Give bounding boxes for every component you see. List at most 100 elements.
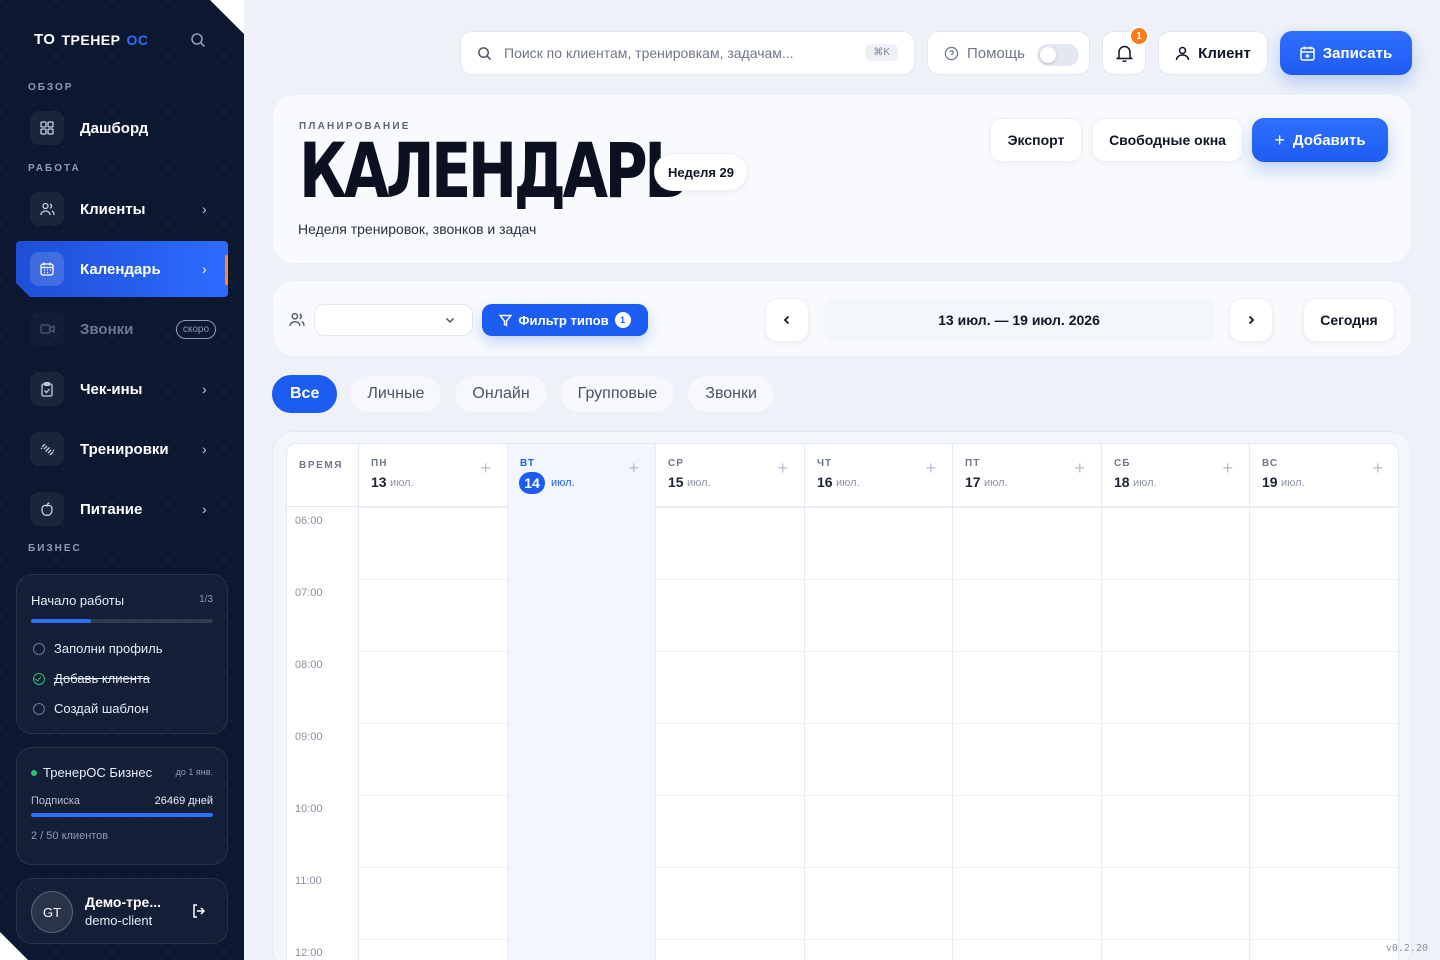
day-month: июл.: [390, 477, 414, 489]
add-to-day-icon[interactable]: +: [925, 458, 936, 479]
add-to-day-icon[interactable]: +: [1074, 458, 1085, 479]
help-button[interactable]: Помощь: [927, 31, 1090, 75]
coming-soon-badge: скоро: [175, 319, 216, 339]
search-shortcut: ⌘K: [865, 44, 898, 61]
empty-circle-icon: [33, 702, 45, 715]
today-button[interactable]: Сегодня: [1303, 298, 1395, 342]
sidebar-item-clients[interactable]: Клиенты ›: [16, 181, 228, 237]
tab-group[interactable]: Групповые: [559, 375, 676, 413]
sidebar-item-label: Календарь: [80, 260, 161, 278]
day-of-week: ПТ: [965, 458, 981, 469]
add-button-label: Добавить: [1292, 131, 1366, 149]
hour-gridline: [359, 867, 1398, 868]
export-button[interactable]: Экспорт: [990, 118, 1082, 162]
day-header: ВС 19 июл. +: [1250, 444, 1398, 507]
grid-icon: [30, 111, 64, 145]
day-of-week: СБ: [1114, 458, 1131, 469]
next-week-button[interactable]: [1229, 298, 1273, 342]
sidebar-item-checkins[interactable]: Чек-ины ›: [16, 361, 228, 417]
page-subtitle: Неделя тренировок, звонков и задач: [298, 221, 537, 237]
users-icon: [289, 312, 305, 326]
free-slots-button[interactable]: Свободные окна: [1092, 118, 1243, 162]
onboarding-task[interactable]: Создай шаблон: [33, 701, 149, 716]
section-business-label: БИЗНЕС: [28, 543, 82, 554]
onboarding-progress-fill: [31, 619, 92, 623]
onboarding-task-label: Добавь клиента: [54, 671, 150, 686]
logo-text-accent: ОС: [126, 31, 149, 48]
add-to-day-icon[interactable]: +: [1222, 458, 1233, 479]
tab-all[interactable]: Все: [272, 375, 338, 413]
sidebar-item-label: Клиенты: [80, 200, 146, 218]
day-month: июл.: [1133, 477, 1157, 489]
previous-week-button[interactable]: [765, 298, 809, 342]
type-filter-button[interactable]: Фильтр типов 1: [482, 304, 648, 336]
time-label: 06:00: [295, 515, 323, 527]
day-column-tue[interactable]: ВТ 14 июл. +: [508, 444, 656, 960]
tab-online[interactable]: Онлайн: [454, 375, 548, 413]
add-to-day-icon[interactable]: +: [777, 458, 788, 479]
tab-personal[interactable]: Личные: [349, 375, 443, 413]
subscription-card[interactable]: ТренерОС Бизнес до 1 янв. Подписка 26469…: [16, 747, 228, 865]
day-number: 15: [668, 474, 684, 490]
add-event-button[interactable]: + Добавить: [1252, 118, 1388, 162]
onboarding-task[interactable]: Заполни профиль: [33, 641, 163, 656]
calendar-plus-icon: [1300, 46, 1315, 61]
day-header: ЧТ 16 июл. +: [805, 444, 952, 507]
video-icon: [30, 312, 64, 346]
app-logo[interactable]: ТО ТРЕНЕР ОС: [34, 31, 148, 48]
add-to-day-icon[interactable]: +: [628, 458, 639, 479]
onboarding-task-label: Заполни профиль: [54, 641, 163, 656]
onboarding-title: Начало работы: [31, 593, 125, 608]
day-column-sun[interactable]: ВС 19 июл. +: [1250, 444, 1398, 960]
hour-gridline: [359, 795, 1398, 796]
add-to-day-icon[interactable]: +: [1372, 458, 1383, 479]
day-column-wed[interactable]: СР 15 июл. +: [656, 444, 805, 960]
page-title: КАЛЕНДАРЬ: [299, 126, 689, 215]
time-label: 09:00: [295, 731, 323, 743]
hour-gridline: [359, 579, 1398, 580]
global-search[interactable]: ⌘K: [460, 31, 915, 75]
notifications-button[interactable]: 1: [1102, 26, 1149, 75]
day-header: ПН 13 июл. +: [359, 444, 507, 507]
sidebar-item-dashboard[interactable]: Дашборд: [16, 100, 228, 156]
calendar-toolbar: Фильтр типов 1 13 июл. — 19 июл. 2026 Се…: [272, 280, 1412, 357]
calendar-grid: ВРЕМЯ ПН 13 июл. + ВТ 14 июл. + СР 15 июл. + ЧТ 16 июл…: [286, 443, 1399, 960]
add-to-day-icon[interactable]: +: [480, 458, 491, 479]
sidebar-item-calendar[interactable]: Календарь ›: [16, 241, 228, 297]
search-icon[interactable]: [190, 32, 206, 48]
logo-text-primary: ТРЕНЕР: [61, 31, 121, 48]
notification-badge: 1: [1129, 26, 1149, 46]
sidebar-item-workouts[interactable]: Тренировки ›: [16, 421, 228, 477]
chevron-right-icon: ›: [202, 501, 207, 517]
user-icon: [1175, 46, 1190, 60]
time-label: 12:00: [295, 947, 323, 959]
sidebar-item-nutrition[interactable]: Питание ›: [16, 481, 228, 537]
day-number: 16: [817, 474, 833, 490]
day-column-fri[interactable]: ПТ 17 июл. +: [953, 444, 1102, 960]
day-month: июл.: [687, 477, 711, 489]
chevron-right-icon: ›: [202, 381, 207, 397]
subscription-until: до 1 янв.: [175, 767, 213, 777]
day-column-sat[interactable]: СБ 18 июл. +: [1102, 444, 1250, 960]
record-button[interactable]: Записать: [1280, 31, 1412, 75]
sidebar: ТО ТРЕНЕР ОС ОБЗОР Дашборд РАБОТА Клиент…: [0, 0, 244, 960]
subscription-clients: 2 / 50 клиентов: [31, 830, 109, 842]
day-number: 13: [371, 474, 387, 490]
sidebar-item-label: Звонки: [80, 320, 134, 338]
chevron-right-icon: ›: [202, 441, 207, 457]
day-column-mon[interactable]: ПН 13 июл. +: [359, 444, 508, 960]
plus-icon: +: [1274, 130, 1285, 150]
user-name: Демо-тре...: [85, 894, 161, 910]
event-type-tabs: Все Личные Онлайн Групповые Звонки: [272, 375, 775, 413]
client-button[interactable]: Клиент: [1158, 31, 1268, 75]
day-column-thu[interactable]: ЧТ 16 июл. +: [805, 444, 953, 960]
help-toggle[interactable]: [1037, 44, 1079, 66]
user-card[interactable]: GT Демо-тре... demo-client: [16, 878, 228, 944]
onboarding-task[interactable]: Добавь клиента: [33, 671, 150, 686]
time-label: 07:00: [295, 587, 323, 599]
search-input[interactable]: [504, 45, 834, 61]
sidebar-item-label: Питание: [80, 500, 143, 518]
logout-icon[interactable]: [191, 903, 207, 919]
tab-calls[interactable]: Звонки: [687, 375, 775, 413]
client-select[interactable]: [314, 304, 473, 336]
